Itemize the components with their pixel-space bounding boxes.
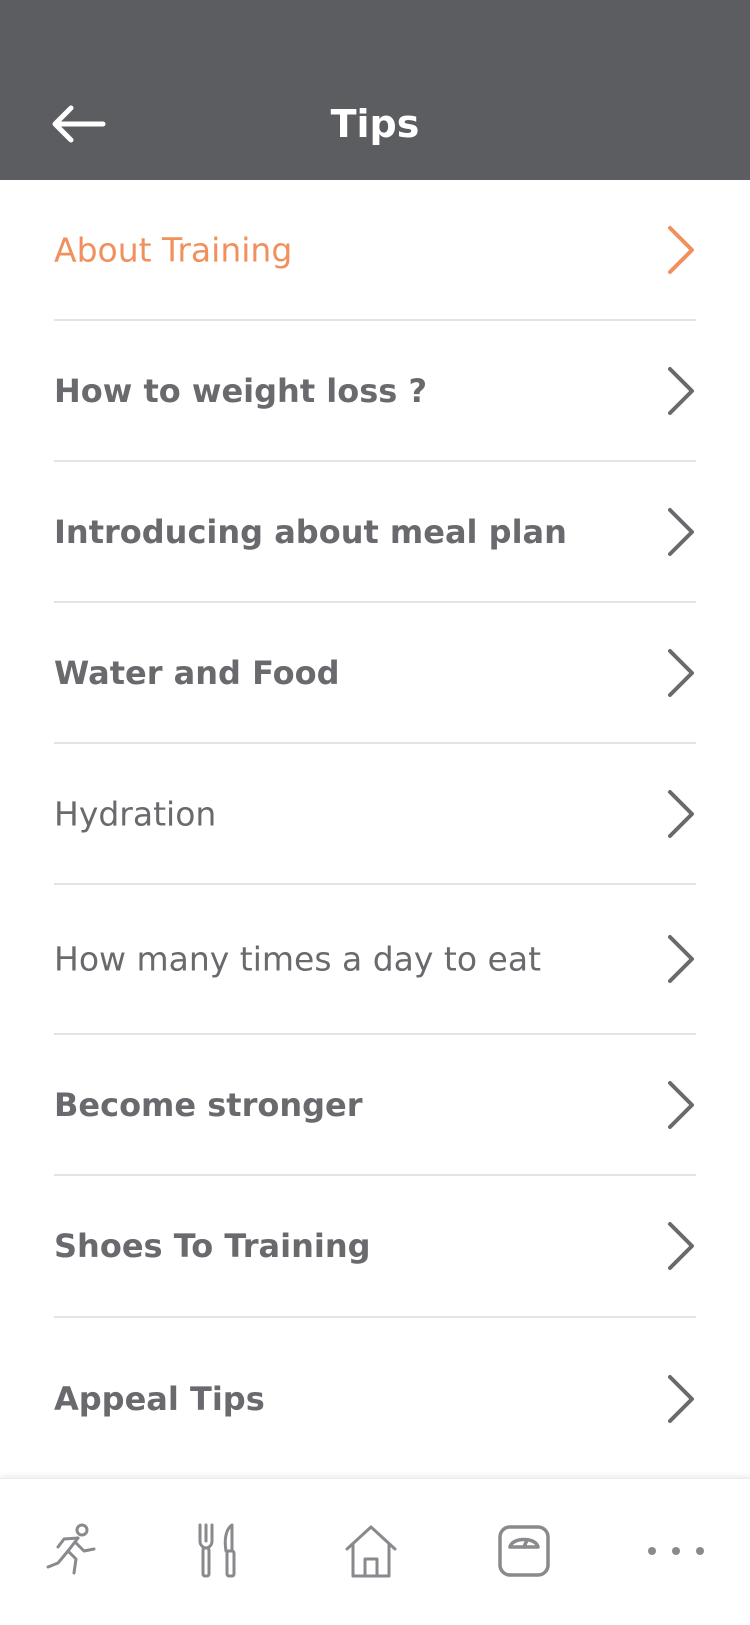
tip-item-become-stronger[interactable]: Become stronger [54,1035,696,1176]
tip-label: Shoes To Training [54,1227,371,1265]
tip-item-hydration[interactable]: Hydration [54,744,696,885]
tab-meal[interactable] [184,1515,256,1587]
tab-training[interactable] [36,1515,108,1587]
tip-item-times-a-day[interactable]: How many times a day to eat [54,885,696,1035]
tips-list: About Training How to weight loss ? Intr… [54,180,696,1468]
tip-item-weight-loss[interactable]: How to weight loss ? [54,321,696,462]
chevron-right-icon [668,1222,694,1270]
chevron-right-icon [668,1080,694,1129]
chevron-right-icon [668,648,694,697]
tip-label: Appeal Tips [54,1380,265,1418]
tip-item-meal-plan[interactable]: Introducing about meal plan [54,462,696,603]
tip-label: How to weight loss ? [54,371,427,410]
tip-item-appeal-tips[interactable]: Appeal Tips [54,1318,696,1468]
tip-label: Hydration [54,794,217,833]
tab-weight[interactable] [488,1515,560,1587]
tip-label: Introducing about meal plan [54,512,567,551]
page-title: Tips [330,102,420,146]
chevron-right-icon [668,935,694,983]
bottom-tab-bar [0,1478,750,1625]
home-icon [345,1525,397,1578]
fork-knife-icon [198,1523,236,1578]
scale-icon [498,1525,550,1577]
chevron-right-icon [668,789,694,838]
tip-item-about-training[interactable]: About Training [54,180,696,321]
tip-label: Water and Food [54,653,340,692]
app-header: Tips [0,0,750,180]
tip-label: About Training [54,230,293,269]
tab-home[interactable] [335,1515,407,1587]
running-icon [46,1523,96,1575]
tab-more[interactable] [640,1515,712,1587]
tip-label: Become stronger [54,1085,363,1124]
chevron-right-icon [668,225,694,274]
chevron-right-icon [668,507,694,556]
chevron-right-icon [668,1375,694,1423]
more-icon [648,1547,704,1555]
tip-label: How many times a day to eat [54,939,542,979]
tip-item-shoes[interactable]: Shoes To Training [54,1176,696,1318]
tip-item-water-food[interactable]: Water and Food [54,603,696,744]
chevron-right-icon [668,366,694,415]
